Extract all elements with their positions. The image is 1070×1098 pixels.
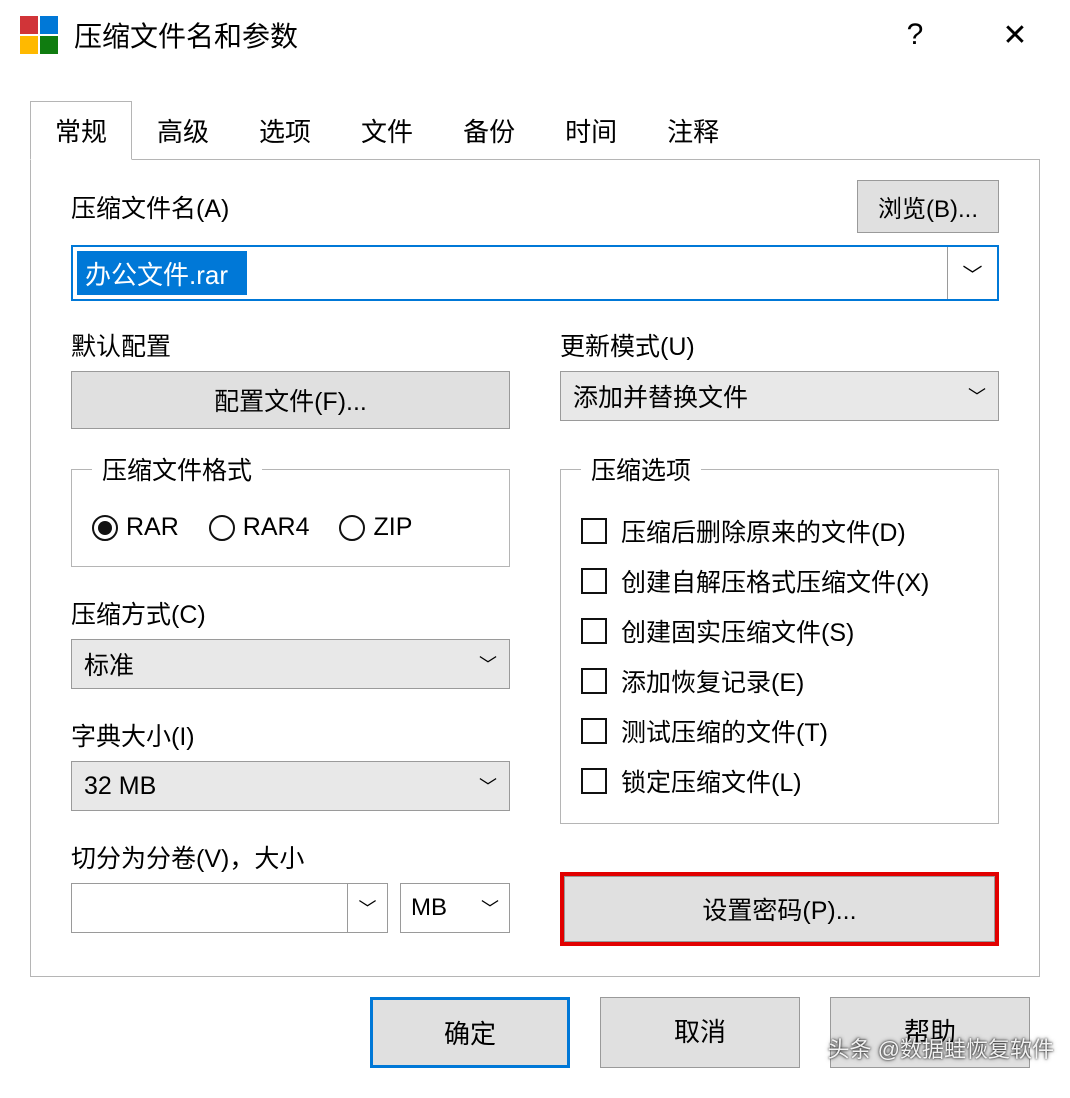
tab-files[interactable]: 文件: [336, 101, 438, 160]
checkbox-icon: [581, 718, 607, 744]
split-unit-value: MB: [411, 894, 447, 922]
format-radio-rar[interactable]: RAR: [92, 513, 179, 542]
checkbox-icon: [581, 568, 607, 594]
opt-sfx[interactable]: 创建自解压格式压缩文件(X): [581, 563, 978, 599]
opt-lock[interactable]: 锁定压缩文件(L): [581, 763, 978, 799]
password-highlight: 设置密码(P)...: [560, 872, 999, 946]
archive-name-input[interactable]: [77, 251, 247, 295]
format-radio-rar4[interactable]: RAR4: [209, 513, 310, 542]
split-unit-select[interactable]: MB ﹀: [400, 883, 510, 933]
update-mode-label: 更新模式(U): [560, 327, 999, 363]
checkbox-icon: [581, 668, 607, 694]
options-legend: 压缩选项: [581, 451, 701, 487]
chevron-down-icon[interactable]: ﹀: [947, 247, 997, 299]
help-button[interactable]: ?: [880, 10, 950, 60]
split-label: 切分为分卷(V)，大小: [71, 839, 510, 875]
opt-test[interactable]: 测试压缩的文件(T): [581, 713, 978, 749]
checkbox-icon: [581, 518, 607, 544]
dialog-buttons: 确定 取消 帮助: [0, 997, 1070, 1098]
chevron-down-icon: ﹀: [469, 651, 497, 677]
checkbox-icon: [581, 618, 607, 644]
radio-icon: [339, 515, 365, 541]
chevron-down-icon: ﹀: [481, 895, 499, 921]
tab-comment[interactable]: 注释: [642, 101, 744, 160]
method-label: 压缩方式(C): [71, 595, 510, 631]
archive-name-label: 压缩文件名(A): [71, 189, 229, 225]
format-radio-zip[interactable]: ZIP: [339, 513, 412, 542]
ok-button[interactable]: 确定: [370, 997, 570, 1068]
chevron-down-icon: ﹀: [958, 383, 986, 409]
opt-recovery[interactable]: 添加恢复记录(E): [581, 663, 978, 699]
tab-general[interactable]: 常规: [30, 101, 132, 160]
update-mode-value: 添加并替换文件: [573, 378, 958, 414]
update-mode-select[interactable]: 添加并替换文件 ﹀: [560, 371, 999, 421]
radio-icon: [92, 515, 118, 541]
method-value: 标准: [84, 646, 469, 682]
format-fieldset: 压缩文件格式 RAR RAR4 ZIP: [71, 451, 510, 567]
checkbox-icon: [581, 768, 607, 794]
close-button[interactable]: ✕: [980, 10, 1050, 60]
tab-strip: 常规 高级 选项 文件 备份 时间 注释: [0, 70, 1070, 159]
tab-advanced[interactable]: 高级: [132, 101, 234, 160]
titlebar: 压缩文件名和参数 ? ✕: [0, 0, 1070, 70]
method-select[interactable]: 标准 ﹀: [71, 639, 510, 689]
dict-select[interactable]: 32 MB ﹀: [71, 761, 510, 811]
split-size-combo[interactable]: ﹀: [71, 883, 388, 933]
chevron-down-icon: ﹀: [469, 773, 497, 799]
tab-backup[interactable]: 备份: [438, 101, 540, 160]
profile-label: 默认配置: [71, 327, 510, 363]
set-password-button[interactable]: 设置密码(P)...: [564, 876, 995, 942]
app-icon: [20, 16, 58, 54]
browse-button[interactable]: 浏览(B)...: [857, 180, 999, 233]
dict-label: 字典大小(I): [71, 717, 510, 753]
window-title: 压缩文件名和参数: [74, 15, 850, 55]
profile-button[interactable]: 配置文件(F)...: [71, 371, 510, 429]
opt-delete-after[interactable]: 压缩后删除原来的文件(D): [581, 513, 978, 549]
format-legend: 压缩文件格式: [92, 451, 262, 487]
opt-solid[interactable]: 创建固实压缩文件(S): [581, 613, 978, 649]
radio-icon: [209, 515, 235, 541]
archive-name-combo[interactable]: ﹀: [71, 245, 999, 301]
help-button-bottom[interactable]: 帮助: [830, 997, 1030, 1068]
tab-options[interactable]: 选项: [234, 101, 336, 160]
tab-panel-general: 压缩文件名(A) 浏览(B)... ﹀ 默认配置 配置文件(F)... 更新模式…: [30, 159, 1040, 977]
tab-time[interactable]: 时间: [540, 101, 642, 160]
options-fieldset: 压缩选项 压缩后删除原来的文件(D) 创建自解压格式压缩文件(X) 创建固实压缩…: [560, 451, 999, 824]
chevron-down-icon: ﹀: [347, 884, 387, 932]
dict-value: 32 MB: [84, 772, 469, 801]
cancel-button[interactable]: 取消: [600, 997, 800, 1068]
